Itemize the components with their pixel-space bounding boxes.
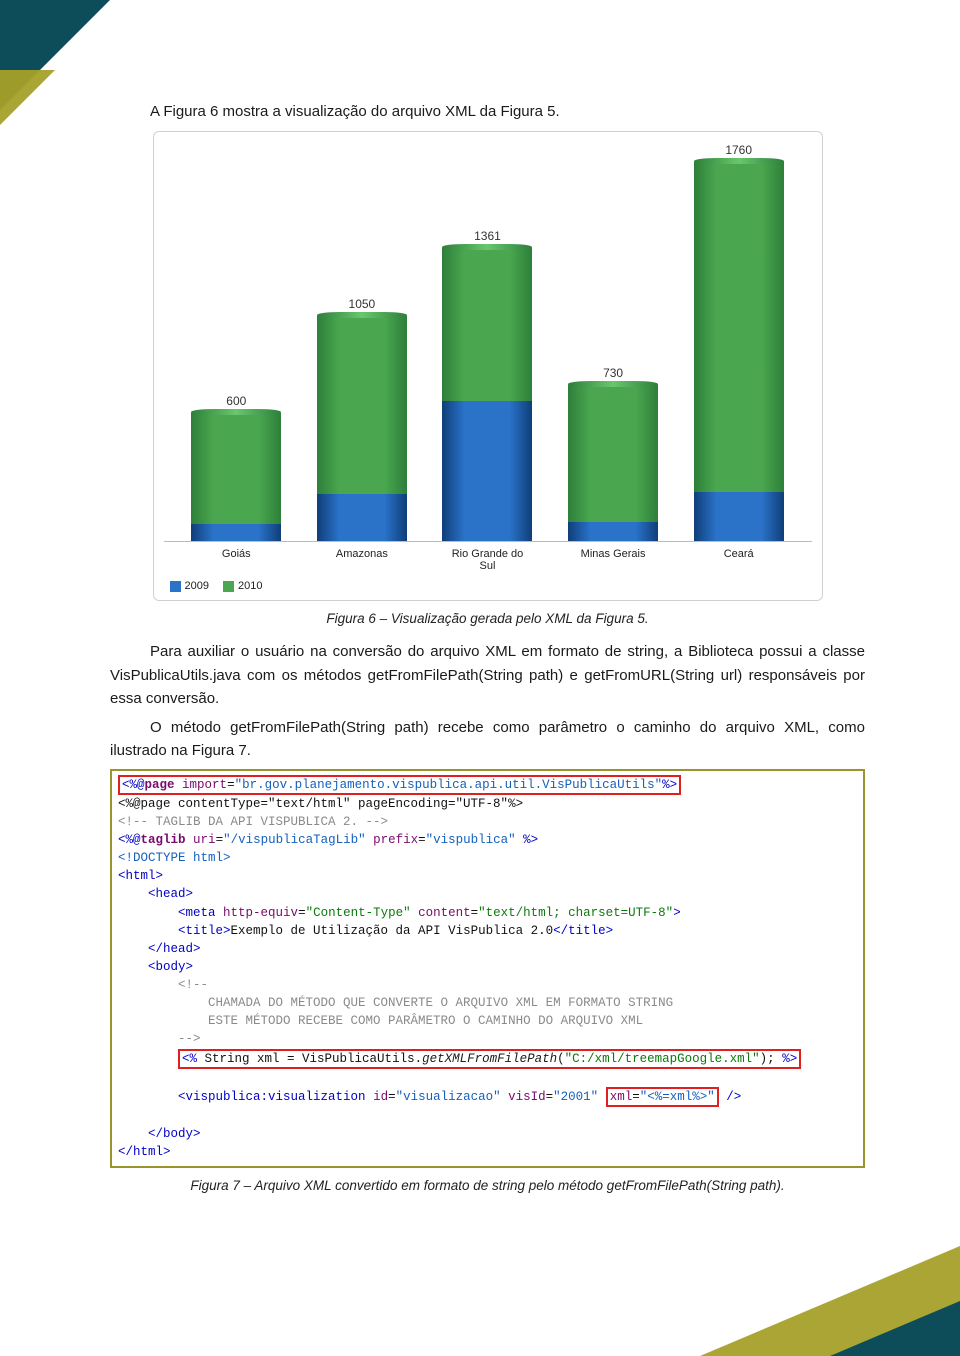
bar-value-label: 1361 [442, 229, 532, 243]
x-label: Rio Grande do Sul [442, 548, 532, 572]
chart-figure-6: 600 1050 1361 730 1760 Goiás Amazonas Rio Gran… [153, 131, 823, 601]
bar-ceará: 1760 [694, 161, 784, 541]
chart-legend: 2009 2010 [164, 576, 812, 594]
intro-paragraph: A Figura 6 mostra a visualização do arqu… [110, 100, 865, 123]
legend-swatch-2010 [223, 581, 234, 592]
bar-value-label: 1760 [694, 143, 784, 157]
bar-value-label: 600 [191, 394, 281, 408]
x-label: Amazonas [317, 548, 407, 572]
legend-label-2009: 2009 [185, 580, 209, 592]
bar-value-label: 1050 [317, 297, 407, 311]
bar-amazonas: 1050 [317, 315, 407, 542]
paragraph-2: Para auxiliar o usuário na conversão do … [110, 640, 865, 710]
code-figure-7: <%@page import="br.gov.planejamento.visp… [110, 769, 865, 1168]
corner-bottom-right-dark [830, 1301, 960, 1356]
bar-goiás: 600 [191, 412, 281, 542]
caption-figure-6: Figura 6 – Visualização gerada pelo XML … [110, 611, 865, 626]
bar-minas-gerais: 730 [568, 384, 658, 542]
bar-value-label: 730 [568, 366, 658, 380]
corner-top-left-accent [0, 70, 55, 125]
bar-rio-grande-do-sul: 1361 [442, 247, 532, 541]
legend-label-2010: 2010 [238, 580, 262, 592]
x-label: Goiás [191, 548, 281, 572]
x-label: Ceará [694, 548, 784, 572]
legend-swatch-2009 [170, 581, 181, 592]
paragraph-3: O método getFromFilePath(String path) re… [110, 716, 865, 763]
caption-figure-7: Figura 7 – Arquivo XML convertido em for… [110, 1178, 865, 1193]
x-label: Minas Gerais [568, 548, 658, 572]
